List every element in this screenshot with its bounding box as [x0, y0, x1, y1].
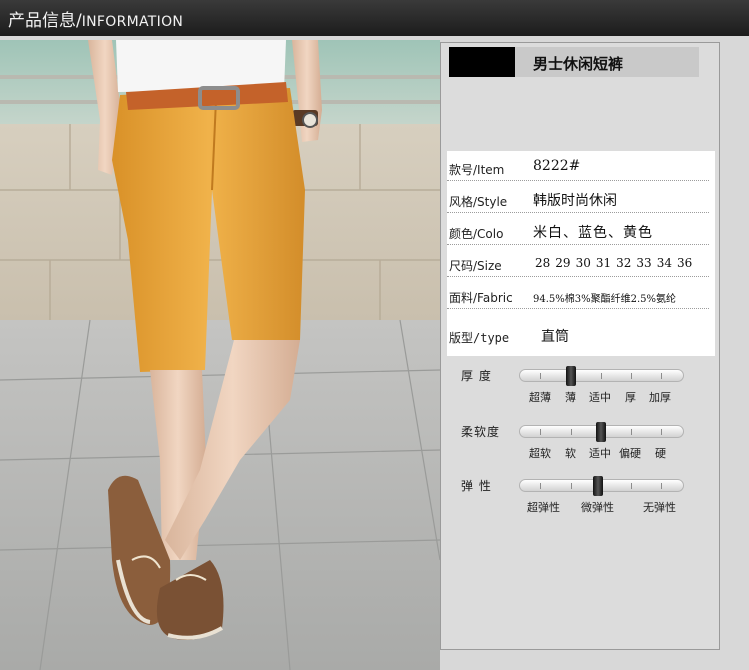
slider-tick: [540, 373, 541, 379]
spec-value: 94.5%棉3%聚酯纤维2.5%氨纶: [533, 294, 677, 305]
slider-option: 超弹性: [527, 501, 560, 514]
spec-row-type: 版型/type 直筒: [447, 321, 709, 349]
spec-key: 风格/Style: [449, 195, 508, 209]
slider-option: 超软: [529, 447, 551, 460]
size-option: 29: [555, 256, 571, 270]
size-option: 28: [535, 256, 551, 270]
header-title-en: INFORMATION: [81, 14, 184, 30]
size-list: 28 29 30 31 32 33 34 36: [535, 256, 697, 270]
spec-value: 直筒: [541, 329, 569, 345]
slider-tick: [601, 373, 602, 379]
spec-key: 颜色/Colo: [449, 227, 504, 241]
size-option: 32: [616, 256, 632, 270]
model-photo-illustration: [0, 40, 440, 670]
spec-key: 面料/Fabric: [449, 291, 513, 305]
slider-tick: [661, 373, 662, 379]
slider-knob: [566, 366, 576, 386]
spec-value: 8222#: [533, 158, 581, 174]
product-photo: [0, 40, 440, 670]
slider-option: 厚: [625, 391, 636, 404]
spec-row-size: 尺码/Size 28 29 30 31 32 33 34 36: [447, 249, 709, 277]
product-title-bar: 男士休闲短裤: [449, 47, 699, 77]
header-title-cn: 产品信息: [8, 11, 76, 31]
slider-tick: [631, 373, 632, 379]
slider-option: 偏硬: [619, 447, 641, 460]
header-title: 产品信息/INFORMATION: [8, 6, 183, 31]
slider-tick: [631, 429, 632, 435]
spec-row-item: 款号/Item 8222#: [447, 153, 709, 181]
size-option: 31: [595, 256, 612, 270]
title-decoration: [449, 47, 515, 77]
size-option: 36: [676, 256, 693, 270]
size-option: 33: [636, 256, 652, 270]
slider-track: [519, 476, 684, 496]
softness-slider: 柔软度 超软 软 适中 偏硬 硬: [441, 419, 721, 465]
slider-option: 无弹性: [643, 501, 676, 514]
slider-label: 柔软度: [461, 425, 501, 439]
slider-tick: [661, 429, 662, 435]
slider-label: 厚 度: [461, 369, 492, 383]
slider-option: 加厚: [649, 391, 671, 404]
product-name: 男士休闲短裤: [533, 55, 624, 73]
slider-track: [519, 422, 684, 442]
spec-table: 款号/Item 8222# 风格/Style 韩版时尚休闲 颜色/Colo 米白…: [447, 151, 715, 356]
slider-track: [519, 366, 684, 386]
slider-knob: [596, 422, 606, 442]
slider-knob: [593, 476, 603, 496]
slider-option: 适中: [589, 447, 611, 460]
slider-option: 超薄: [529, 391, 551, 404]
spec-key: 尺码/Size: [449, 259, 502, 273]
slider-tick: [540, 483, 541, 489]
slider-tick: [631, 483, 632, 489]
spec-key: 版型/type: [449, 331, 510, 345]
slider-tick: [571, 429, 572, 435]
slider-option: 薄: [565, 391, 576, 404]
slider-tick: [571, 483, 572, 489]
spec-row-color: 颜色/Colo 米白、蓝色、黄色: [447, 217, 709, 245]
slider-option: 微弹性: [581, 501, 614, 514]
size-option: 30: [575, 256, 591, 270]
spec-key: 款号/Item: [449, 163, 505, 177]
slider-tick: [540, 429, 541, 435]
spec-value: 韩版时尚休闲: [533, 193, 617, 209]
slider-tick: [661, 483, 662, 489]
spec-value: 米白、蓝色、黄色: [533, 225, 653, 241]
size-option: 34: [656, 256, 672, 270]
slider-option: 硬: [655, 447, 666, 460]
spec-row-style: 风格/Style 韩版时尚休闲: [447, 185, 709, 213]
elasticity-slider: 弹 性 超弹性 微弹性 无弹性: [441, 473, 721, 519]
spec-row-fabric: 面料/Fabric 94.5%棉3%聚酯纤维2.5%氨纶: [447, 281, 709, 309]
spec-panel: 男士休闲短裤 款号/Item 8222# 风格/Style 韩版时尚休闲 颜色/…: [440, 42, 720, 650]
slider-option: 软: [565, 447, 576, 460]
page-header: 产品信息/INFORMATION: [0, 0, 749, 36]
slider-option: 适中: [589, 391, 611, 404]
slider-label: 弹 性: [461, 479, 492, 493]
thickness-slider: 厚 度 超薄 薄 适中 厚 加厚: [441, 363, 721, 409]
